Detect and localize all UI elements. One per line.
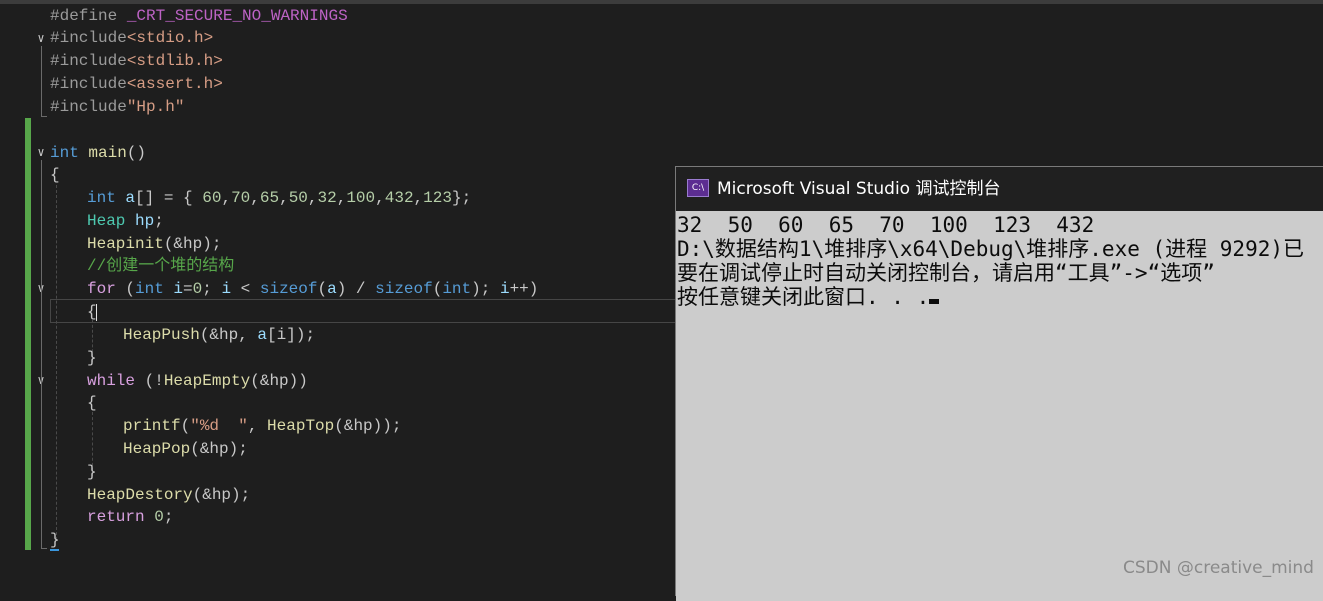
code-line-include[interactable]: #include<stdio.h> (50, 27, 213, 50)
console-cursor (929, 299, 940, 304)
args: (&hp); (163, 235, 222, 253)
code-line-while[interactable]: while (!HeapEmpty(&hp)) (87, 370, 308, 393)
code-line-brace[interactable]: { (87, 392, 97, 415)
preprocessor: #include (50, 75, 127, 93)
code-line-main[interactable]: int main() (50, 142, 146, 165)
function-call: HeapPush (123, 326, 200, 344)
variable: a (125, 189, 136, 207)
console-app-icon: C:\ (687, 179, 709, 197)
code-line-brace[interactable]: { (50, 164, 60, 187)
outline-guide (41, 160, 42, 548)
editor-top-border (0, 0, 1323, 4)
include-file: <assert.h> (126, 75, 223, 93)
punct: }; (451, 189, 472, 207)
console-output-line: 按任意键关闭此窗口. . . (677, 285, 940, 309)
number: 123 (423, 189, 452, 207)
brace-match-underline (50, 549, 59, 551)
console-output-line: D:\数据结构1\堆排序\x64\Debug\堆排序.exe (进程 9292)… (677, 237, 1305, 261)
code-line-printf[interactable]: printf("%d ", HeapTop(&hp)); (123, 415, 401, 438)
code-line-heappush[interactable]: HeapPush(&hp, a[i]); (123, 324, 315, 347)
outline-guide-end (41, 548, 47, 549)
code-line-heap-decl[interactable]: Heap hp; (87, 210, 164, 233)
code-line-include[interactable]: #include"Hp.h" (50, 96, 184, 119)
outline-guide-end (41, 116, 47, 117)
preprocessor: #include (50, 29, 127, 47)
console-prompt-text: 按任意键关闭此窗口. . . (677, 285, 930, 309)
keyword: int (87, 189, 116, 207)
code-line-include[interactable]: #include<stdlib.h> (50, 50, 223, 73)
current-line-highlight (50, 299, 690, 323)
include-file: <stdio.h> (126, 29, 214, 47)
preprocessor: #include (50, 98, 127, 116)
console-output-line: 32 50 60 65 70 100 123 432 (677, 213, 1095, 237)
debug-console-window[interactable]: C:\ Microsoft Visual Studio 调试控制台 32 50 … (675, 166, 1323, 601)
console-output-line: 要在调试停止时自动关闭控制台，请启用“工具”->“选项” (677, 261, 1215, 285)
keyword: for (87, 280, 116, 298)
keyword: int (50, 144, 79, 162)
type-name: Heap (87, 212, 126, 230)
preprocessor: #define (50, 7, 118, 25)
code-line-include[interactable]: #include<assert.h> (50, 73, 223, 96)
code-line-comment[interactable]: //创建一个堆的结构 (87, 255, 234, 278)
punct: () (126, 144, 147, 162)
number: 70 (231, 189, 251, 207)
fold-collapse-icon[interactable]: ∨ (34, 146, 48, 160)
keyword: while (87, 372, 136, 390)
code-line-define[interactable]: #define _CRT_SECURE_NO_WARNINGS (50, 5, 348, 28)
brace: } (87, 463, 97, 481)
brace: { (87, 394, 97, 412)
code-line-brace[interactable]: } (87, 461, 97, 484)
punct: ; (154, 212, 164, 230)
code-line-destroy[interactable]: HeapDestory(&hp); (87, 484, 250, 507)
indent-guide (56, 185, 57, 540)
outline-guide (41, 46, 42, 116)
include-file: "Hp.h" (126, 98, 185, 116)
text-caret (96, 304, 97, 321)
number: 32 (317, 189, 337, 207)
include-file: <stdlib.h> (126, 52, 223, 70)
change-indicator-bar (25, 118, 31, 550)
code-line-heappop[interactable]: HeapPop(&hp); (123, 438, 248, 461)
code-line-heapinit[interactable]: Heapinit(&hp); (87, 233, 221, 256)
fold-collapse-icon[interactable]: ∨ (34, 32, 48, 46)
number: 60 (202, 189, 222, 207)
code-line-brace[interactable]: } (87, 347, 97, 370)
function-call: Heapinit (87, 235, 164, 253)
variable: hp (135, 212, 155, 230)
function-name: main (88, 144, 127, 162)
code-line-return[interactable]: return 0; (87, 506, 173, 529)
code-line-for[interactable]: for (int i=0; i < sizeof(a) / sizeof(int… (87, 278, 538, 301)
console-output-area[interactable]: 32 50 60 65 70 100 123 432 D:\数据结构1\堆排序\… (676, 211, 1323, 601)
code-line-array[interactable]: int a[] = { 60,70,65,50,32,100,432,123}; (87, 187, 471, 210)
number: 432 (384, 189, 414, 207)
brace: { (50, 166, 60, 184)
number: 50 (288, 189, 308, 207)
punct: [] = { (135, 189, 203, 207)
brace: } (50, 531, 60, 549)
number: 100 (346, 189, 376, 207)
brace: } (87, 349, 97, 367)
comment: //创建一个堆的结构 (87, 257, 235, 275)
preprocessor: #include (50, 52, 127, 70)
watermark: CSDN @creative_mind (1123, 558, 1314, 578)
number: 65 (259, 189, 280, 207)
macro-name: _CRT_SECURE_NO_WARNINGS (126, 7, 348, 25)
console-titlebar[interactable]: C:\ Microsoft Visual Studio 调试控制台 (676, 167, 1323, 211)
console-title: Microsoft Visual Studio 调试控制台 (717, 179, 1001, 199)
